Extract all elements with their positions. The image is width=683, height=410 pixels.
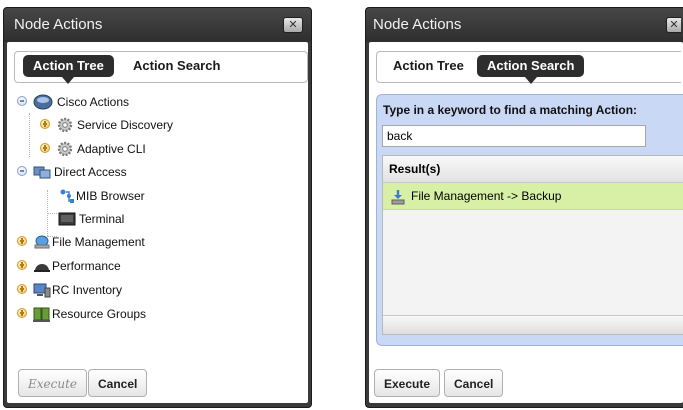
gear-icon <box>57 117 73 133</box>
expand-icon[interactable] <box>17 308 27 318</box>
tab-bar: Action Tree Action Search <box>14 51 308 84</box>
close-icon[interactable]: ✕ <box>283 17 303 33</box>
tree-item-label: RC Inventory <box>52 283 123 297</box>
expand-icon[interactable] <box>40 143 50 153</box>
result-row[interactable]: File Management -> Backup <box>383 183 683 210</box>
tab-action-tree[interactable]: Action Tree <box>23 55 114 84</box>
tree-item-label: File Management <box>52 235 145 249</box>
collapse-icon[interactable] <box>17 166 27 176</box>
tree-item-label: MIB Browser <box>76 189 145 203</box>
execute-button[interactable]: Execute <box>374 369 441 397</box>
tree-item-label: Performance <box>52 259 121 273</box>
tree-item-label: Adaptive CLI <box>77 142 146 156</box>
terminal-screen-icon <box>33 164 51 180</box>
search-panel: Type in a keyword to find a matching Act… <box>376 94 683 346</box>
keyword-input[interactable] <box>382 125 646 147</box>
tree-connector <box>29 113 30 157</box>
file-drive-icon <box>33 234 51 250</box>
node-actions-dialog-tree: Node Actions ✕ Action Tree Action Search… <box>3 7 312 408</box>
tab-action-tree[interactable]: Action Tree <box>383 55 474 77</box>
backup-download-icon <box>390 188 406 205</box>
search-prompt: Type in a keyword to find a matching Act… <box>383 103 638 117</box>
collapse-icon[interactable] <box>17 96 27 106</box>
rc-inventory-icon <box>33 282 51 298</box>
resource-groups-icon <box>33 306 51 322</box>
dialog-body: Action Tree Action Search Type in a keyw… <box>369 42 683 403</box>
cancel-button[interactable]: Cancel <box>88 369 148 397</box>
cisco-globe-icon <box>33 94 53 110</box>
mib-browser-icon <box>58 188 76 204</box>
gear-icon <box>57 141 73 157</box>
performance-dome-icon <box>33 258 51 274</box>
expand-icon[interactable] <box>17 284 27 294</box>
tree-item-label: Resource Groups <box>52 307 147 321</box>
tab-action-search[interactable]: Action Search <box>123 55 230 77</box>
tree-item-label: Cisco Actions <box>57 95 130 109</box>
close-icon[interactable]: ✕ <box>666 17 681 33</box>
results-footer <box>383 315 683 334</box>
tree-item-label: Terminal <box>79 212 125 226</box>
node-actions-dialog-search: Node Actions ✕ Action Tree Action Search… <box>365 7 683 408</box>
result-label: File Management -> Backup <box>411 189 562 203</box>
execute-button[interactable]: Execute <box>18 369 88 397</box>
dialog-title: Node Actions <box>4 8 311 42</box>
tree-connector <box>47 213 57 214</box>
tab-bar: Action Tree Action Search <box>376 51 681 84</box>
results-list: Result(s) File Management -> Backup <box>382 155 683 335</box>
tab-action-search[interactable]: Action Search <box>477 55 585 84</box>
terminal-icon <box>58 211 76 227</box>
expand-icon[interactable] <box>17 236 27 246</box>
cancel-button[interactable]: Cancel <box>444 369 504 397</box>
dialog-title: Node Actions <box>366 8 683 42</box>
expand-icon[interactable] <box>17 260 27 270</box>
tree-item-label: Service Discovery <box>77 118 174 132</box>
expand-icon[interactable] <box>40 119 50 129</box>
results-header: Result(s) <box>383 156 683 183</box>
dialog-body: Action Tree Action Search Cisco Actions <box>7 42 308 403</box>
tree-item-label: Direct Access <box>54 165 127 179</box>
